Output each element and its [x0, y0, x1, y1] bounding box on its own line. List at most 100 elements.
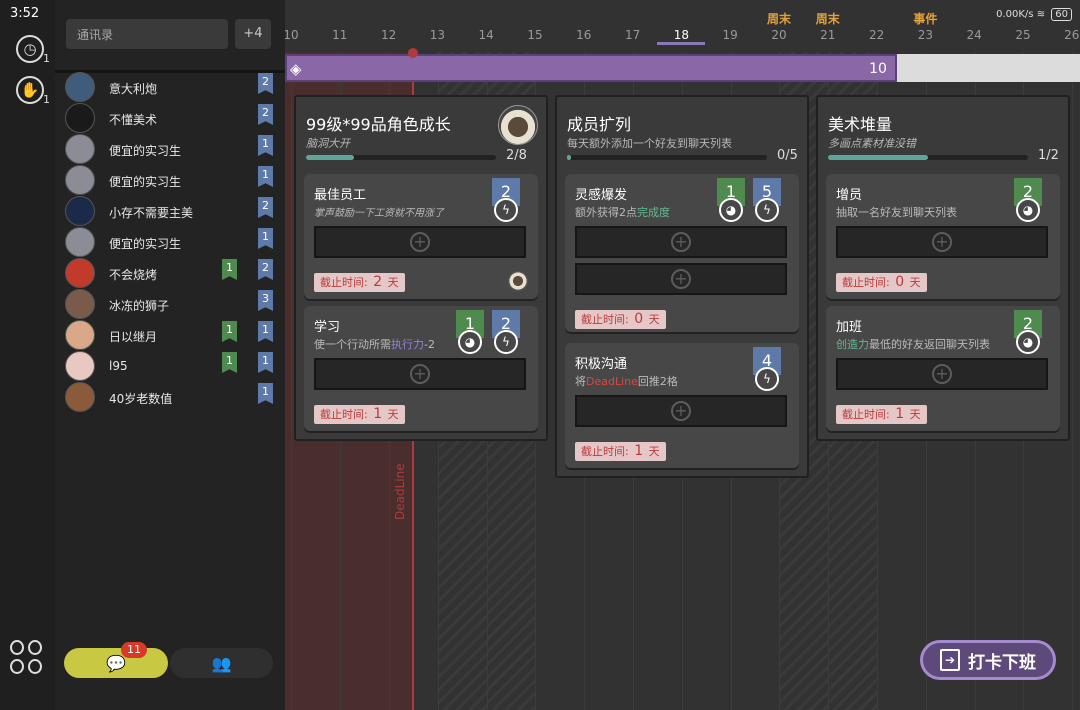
- day-label: 12: [380, 28, 397, 42]
- day-note: 周末: [815, 12, 840, 26]
- contact-name: 小存不需要主美: [109, 206, 194, 220]
- day-label: 13: [429, 28, 446, 42]
- tab-group[interactable]: 👥: [170, 648, 273, 678]
- add-icon: +: [671, 401, 691, 421]
- project-subtitle: 脑洞大开: [306, 137, 350, 150]
- contact-item[interactable]: 不会烧烤 1 2: [65, 258, 275, 289]
- member-drop-slot[interactable]: +: [836, 358, 1048, 390]
- progress-value: 10: [869, 61, 887, 77]
- creativity-tag: 1: [222, 352, 237, 373]
- contact-item[interactable]: 40岁老数值 1: [65, 382, 275, 413]
- deadline-unit: 天: [648, 445, 660, 458]
- day-label: 15: [527, 28, 543, 42]
- network-speed: 0.00K/s: [996, 9, 1034, 20]
- contact-item[interactable]: l95 1 1: [65, 351, 275, 382]
- lightning-icon: ϟ: [494, 330, 518, 354]
- contact-item[interactable]: 小存不需要主美 2: [65, 196, 275, 227]
- add-icon: +: [932, 232, 952, 252]
- contact-item[interactable]: 意大利炮 2: [65, 72, 275, 103]
- contact-item[interactable]: 便宜的实习生 1: [65, 134, 275, 165]
- requirement-tag: 2 ◕: [1014, 178, 1042, 222]
- project-subtitle: 每天额外添加一个好友到聊天列表: [567, 137, 732, 150]
- palette-icon: ◕: [458, 330, 482, 354]
- contact-name: l95: [109, 359, 128, 373]
- task-title: 最佳员工: [314, 188, 367, 203]
- task-description: 创造力最低的好友返回聊天列表: [836, 336, 990, 352]
- tab-chat[interactable]: 💬: [64, 648, 168, 678]
- project-progress-fill: [567, 155, 571, 160]
- avatar: [65, 289, 95, 319]
- member-drop-slot[interactable]: +: [575, 395, 787, 427]
- avatar: [65, 196, 95, 226]
- energy-tag: 2: [258, 104, 273, 125]
- requirement-tag: 4 ϟ: [753, 347, 781, 391]
- member-drop-slot[interactable]: +: [836, 226, 1048, 258]
- project-card: 成员扩列 每天额外添加一个好友到聊天列表 0/5 灵感爆发 额外获得2点完成度 …: [555, 95, 809, 478]
- project-progress-fill: [828, 155, 928, 160]
- contact-item[interactable]: 便宜的实习生 1: [65, 165, 275, 196]
- avatar: [65, 258, 95, 288]
- status-time: 3:52: [10, 6, 40, 21]
- day-note: 事件: [913, 12, 938, 26]
- task-description: 将DeadLine回推2格: [575, 373, 678, 389]
- avatar: [65, 134, 95, 164]
- desc-highlight: 执行力: [391, 338, 424, 351]
- project-progress-bar: [828, 155, 1028, 160]
- requirement-tag: 2 ϟ: [492, 310, 520, 354]
- wifi-icon: ≋: [1036, 9, 1046, 20]
- palette-icon: ◕: [719, 198, 743, 222]
- deadline-label: DeadLine: [393, 463, 407, 520]
- energy-tag: 2: [258, 197, 273, 218]
- energy-tag: 1: [258, 352, 273, 373]
- day-label: 16: [576, 28, 592, 42]
- clock-out-button[interactable]: ➔ 打卡下班: [920, 640, 1056, 680]
- menu-grid-icon[interactable]: [10, 640, 44, 674]
- member-drop-slot[interactable]: +: [314, 358, 526, 390]
- clock-icon[interactable]: ◷: [16, 35, 44, 63]
- day-gridline: [291, 52, 293, 710]
- day-label: 25: [1015, 28, 1031, 42]
- contacts-search-input[interactable]: 通讯录: [66, 19, 228, 49]
- project-progress-bar: ◈ 10: [285, 54, 1080, 82]
- more-contacts-button[interactable]: +4: [235, 19, 271, 49]
- deadline-unit: 天: [909, 408, 921, 421]
- day-label: 20: [771, 28, 787, 42]
- avatar: [65, 320, 95, 350]
- deadline-days: 0: [634, 311, 644, 327]
- creativity-tag: 1: [222, 321, 237, 342]
- task-title: 灵感爆发: [575, 188, 628, 203]
- deadline-pin: [408, 48, 418, 58]
- handshake-icon[interactable]: ✋: [16, 76, 44, 104]
- contact-item[interactable]: 日以继月 1 1: [65, 320, 275, 351]
- project-progress-bar: [567, 155, 767, 160]
- project-card: 美术堆量 多画点素材准没错 1/2 增员 抽取一名好友到聊天列表 2 ◕ + 截止…: [816, 95, 1070, 441]
- add-icon: +: [671, 269, 691, 289]
- member-drop-slot[interactable]: +: [575, 263, 787, 295]
- energy-tag: 1: [258, 166, 273, 187]
- contacts-panel: 通讯录 +4 意大利炮 2 不懂美术 2 便宜的实习生 1 便宜的实习生 1 小存不需要…: [55, 0, 285, 710]
- project-progress-fill: [306, 155, 354, 160]
- project-progress-count: 0/5: [777, 148, 798, 163]
- palette-icon: ◕: [1016, 198, 1040, 222]
- contact-item[interactable]: 冰冻的狮子 3: [65, 289, 275, 320]
- contact-item[interactable]: 不懂美术 2: [65, 103, 275, 134]
- group-icon: 👥: [211, 653, 232, 673]
- palette-icon: ◕: [1016, 330, 1040, 354]
- member-drop-slot[interactable]: +: [575, 226, 787, 258]
- day-label: 22: [868, 28, 885, 42]
- contact-item[interactable]: 便宜的实习生 1: [65, 227, 275, 258]
- left-rail: 3:52 ◷ 1 ✋ 1: [0, 0, 55, 710]
- task-description: 抽取一名好友到聊天列表: [836, 206, 957, 219]
- contact-name: 冰冻的狮子: [109, 299, 170, 313]
- deadline-unit: 天: [909, 276, 921, 289]
- reward-coin-icon: [508, 271, 528, 291]
- task-title: 学习: [314, 320, 341, 335]
- layers-icon: ◈: [290, 60, 302, 78]
- task-title: 增员: [836, 188, 863, 203]
- member-drop-slot[interactable]: +: [314, 226, 526, 258]
- contact-name: 便宜的实习生: [109, 175, 182, 189]
- day-label: 10: [285, 28, 299, 42]
- project-title: 99级*99品角色成长: [306, 115, 451, 134]
- lightning-icon: ϟ: [755, 367, 779, 391]
- project-card: 99级*99品角色成长 脑洞大开 2/8 最佳员工 掌声鼓励一下工资就不用涨了 …: [294, 95, 548, 441]
